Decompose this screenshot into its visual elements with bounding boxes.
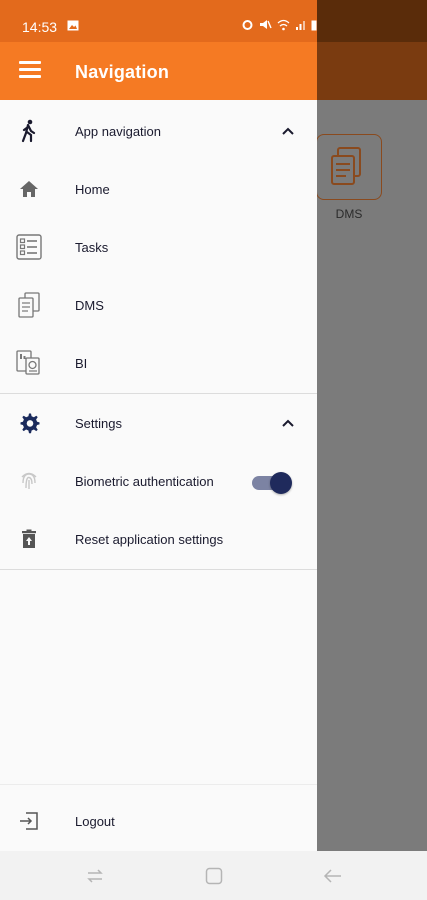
section-title: App navigation (75, 123, 162, 139)
gear-icon (16, 410, 42, 436)
biometric-toggle[interactable] (252, 472, 292, 494)
signal-icon (296, 20, 305, 30)
menu-icon[interactable] (19, 61, 41, 81)
nav-item-bi[interactable]: BI (0, 334, 317, 392)
chevron-up-icon[interactable] (281, 416, 295, 430)
navigation-drawer: 14:53 Navigation App navigation Home Tas… (0, 0, 317, 851)
section-header-app-navigation[interactable]: App navigation (0, 102, 317, 160)
home-button-icon[interactable] (203, 865, 225, 887)
status-bar: 14:53 (0, 0, 317, 42)
home-icon (16, 176, 42, 202)
background-tile-label: DMS (335, 207, 363, 221)
toggle-thumb (270, 472, 292, 494)
wifi-icon (277, 19, 290, 30)
logout-item[interactable]: Logout (0, 792, 317, 850)
background-dms-tile (316, 134, 382, 200)
section-title: Settings (75, 415, 122, 431)
nav-item-home[interactable]: Home (0, 160, 317, 218)
mute-icon (260, 20, 272, 29)
nav-item-label: BI (75, 355, 88, 371)
drawer-title: Navigation (75, 62, 170, 82)
system-navigation-bar (0, 851, 427, 900)
nav-item-tasks[interactable]: Tasks (0, 218, 317, 276)
section-divider (0, 569, 317, 570)
documents-icon (16, 292, 42, 318)
setting-label: Reset application settings (75, 531, 224, 547)
status-time: 14:53 (22, 19, 58, 35)
setting-label: Biometric authentication (75, 473, 214, 489)
recent-apps-icon[interactable] (84, 865, 106, 887)
alarm-icon (242, 20, 253, 30)
status-icons (241, 18, 317, 31)
nav-item-label: Home (75, 181, 110, 197)
battery-icon (311, 20, 317, 30)
nav-item-dms[interactable]: DMS (0, 276, 317, 334)
image-notification-icon (67, 20, 79, 31)
logout-label: Logout (75, 813, 115, 829)
drawer-header: Navigation (0, 42, 317, 100)
walking-person-icon (16, 118, 42, 144)
setting-biometric-authentication[interactable]: Biometric authentication (0, 452, 317, 510)
chevron-up-icon[interactable] (281, 124, 295, 138)
screen: DMS 14:53 Navigation App navigation Home… (0, 0, 427, 900)
back-icon[interactable] (322, 865, 344, 887)
logout-icon (16, 808, 42, 834)
report-icon (16, 350, 42, 376)
section-header-settings[interactable]: Settings (0, 394, 317, 452)
checklist-icon (16, 234, 42, 260)
fingerprint-icon (16, 468, 42, 494)
nav-item-label: Tasks (75, 239, 109, 255)
setting-reset-application-settings[interactable]: Reset application settings (0, 510, 317, 568)
trash-icon (16, 526, 42, 552)
nav-item-label: DMS (75, 297, 104, 313)
documents-icon (331, 147, 361, 185)
footer-divider (0, 784, 317, 785)
